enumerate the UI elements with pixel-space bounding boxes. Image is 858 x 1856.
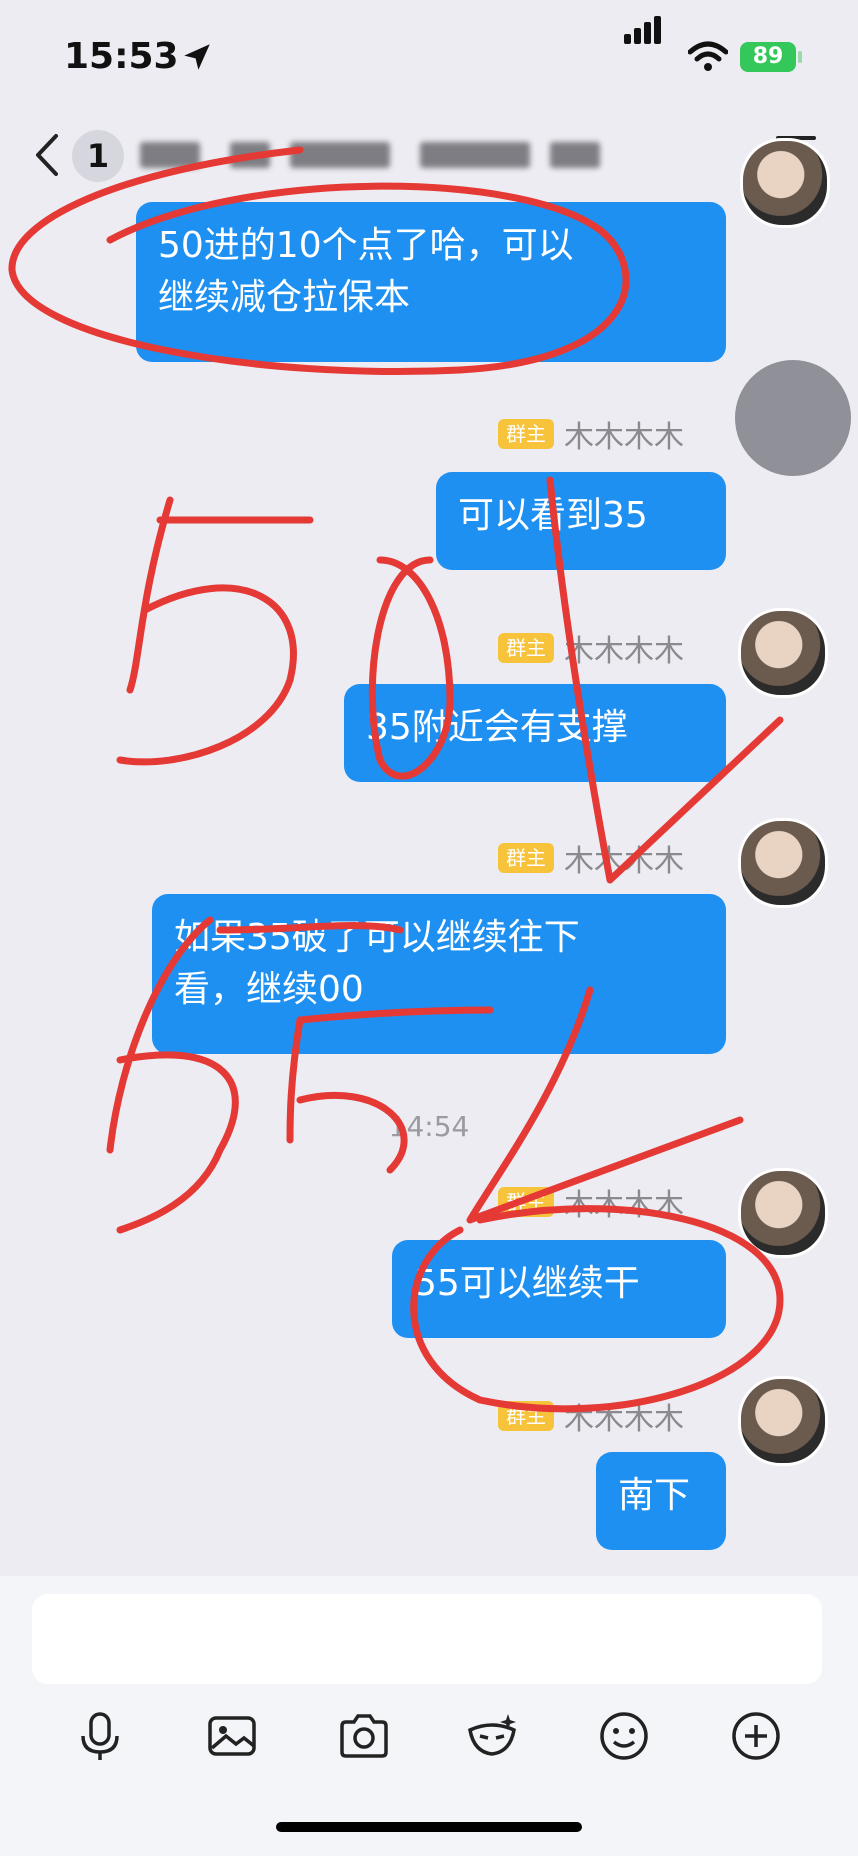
message-bubble[interactable]: 可以看到35: [436, 472, 726, 570]
status-bar: 15:53 89: [0, 0, 858, 110]
message-text-line: 50进的10个点了哈，可以: [158, 225, 574, 266]
message-list: 50进的10个点了哈，可以 继续减仓拉保本 群主 木木木木 可以看到35 群主 木木…: [0, 138, 858, 1580]
message-bubble[interactable]: 如果35破了可以继续往下 看，继续00: [152, 894, 726, 1054]
status-time: 15:53: [64, 36, 179, 77]
wifi-icon: [688, 41, 728, 71]
sender-name: 木木木木: [564, 1188, 684, 1223]
sender-label: 群主 木木木木: [498, 626, 684, 669]
message-text: 南下: [618, 1475, 691, 1516]
sender-label: 群主 木木木木: [498, 1180, 684, 1223]
emoji-icon[interactable]: [596, 1708, 652, 1764]
mic-icon[interactable]: [72, 1708, 128, 1764]
redacted-chat-title: [140, 130, 600, 180]
camera-icon[interactable]: [336, 1708, 392, 1764]
avatar[interactable]: [740, 138, 830, 228]
nav-bar: 1: [0, 110, 858, 200]
owner-tag: 群主: [498, 419, 554, 449]
message-bubble[interactable]: 南下: [596, 1452, 726, 1550]
avatar[interactable]: [738, 1168, 828, 1258]
location-arrow-icon: [184, 44, 210, 70]
message-text-line: 看，继续00: [174, 969, 364, 1010]
message-text-line: 如果35破了可以继续往下: [174, 917, 580, 958]
sender-name: 木木木木: [564, 844, 684, 879]
message-timestamp: 14:54: [388, 1110, 470, 1143]
owner-tag: 群主: [498, 1401, 554, 1431]
message-text-line: 继续减仓拉保本: [158, 277, 411, 318]
image-icon[interactable]: [204, 1708, 260, 1764]
sender-label: 群主 木木木木: [498, 412, 684, 455]
owner-tag: 群主: [498, 633, 554, 663]
message-text: 35附近会有支撑: [366, 707, 628, 748]
message-text: 可以看到35: [458, 495, 648, 536]
plus-icon[interactable]: [728, 1708, 784, 1764]
sender-name: 木木木木: [564, 420, 684, 455]
avatar[interactable]: [738, 1376, 828, 1466]
sender-label: 群主 木木木木: [498, 1394, 684, 1437]
sender-label: 群主 木木木木: [498, 836, 684, 879]
message-bubble[interactable]: 55可以继续干: [392, 1240, 726, 1338]
back-chevron-icon[interactable]: [28, 130, 68, 180]
sender-name: 木木木木: [564, 1402, 684, 1437]
input-area: [0, 1576, 858, 1856]
owner-tag: 群主: [498, 843, 554, 873]
message-bubble[interactable]: 35附近会有支撑: [344, 684, 726, 782]
battery-tip: [798, 51, 802, 63]
floating-control-icon[interactable]: [735, 360, 851, 476]
mask-icon[interactable]: [464, 1708, 520, 1764]
unread-count-badge[interactable]: 1: [72, 130, 124, 182]
home-indicator: [276, 1822, 582, 1832]
message-text: 55可以继续干: [414, 1263, 640, 1304]
message-bubble[interactable]: 50进的10个点了哈，可以 继续减仓拉保本: [136, 202, 726, 362]
battery-level: 89: [740, 42, 796, 72]
avatar[interactable]: [738, 818, 828, 908]
avatar[interactable]: [738, 608, 828, 698]
message-input[interactable]: [32, 1594, 822, 1684]
owner-tag: 群主: [498, 1187, 554, 1217]
sender-name: 木木木木: [564, 634, 684, 669]
